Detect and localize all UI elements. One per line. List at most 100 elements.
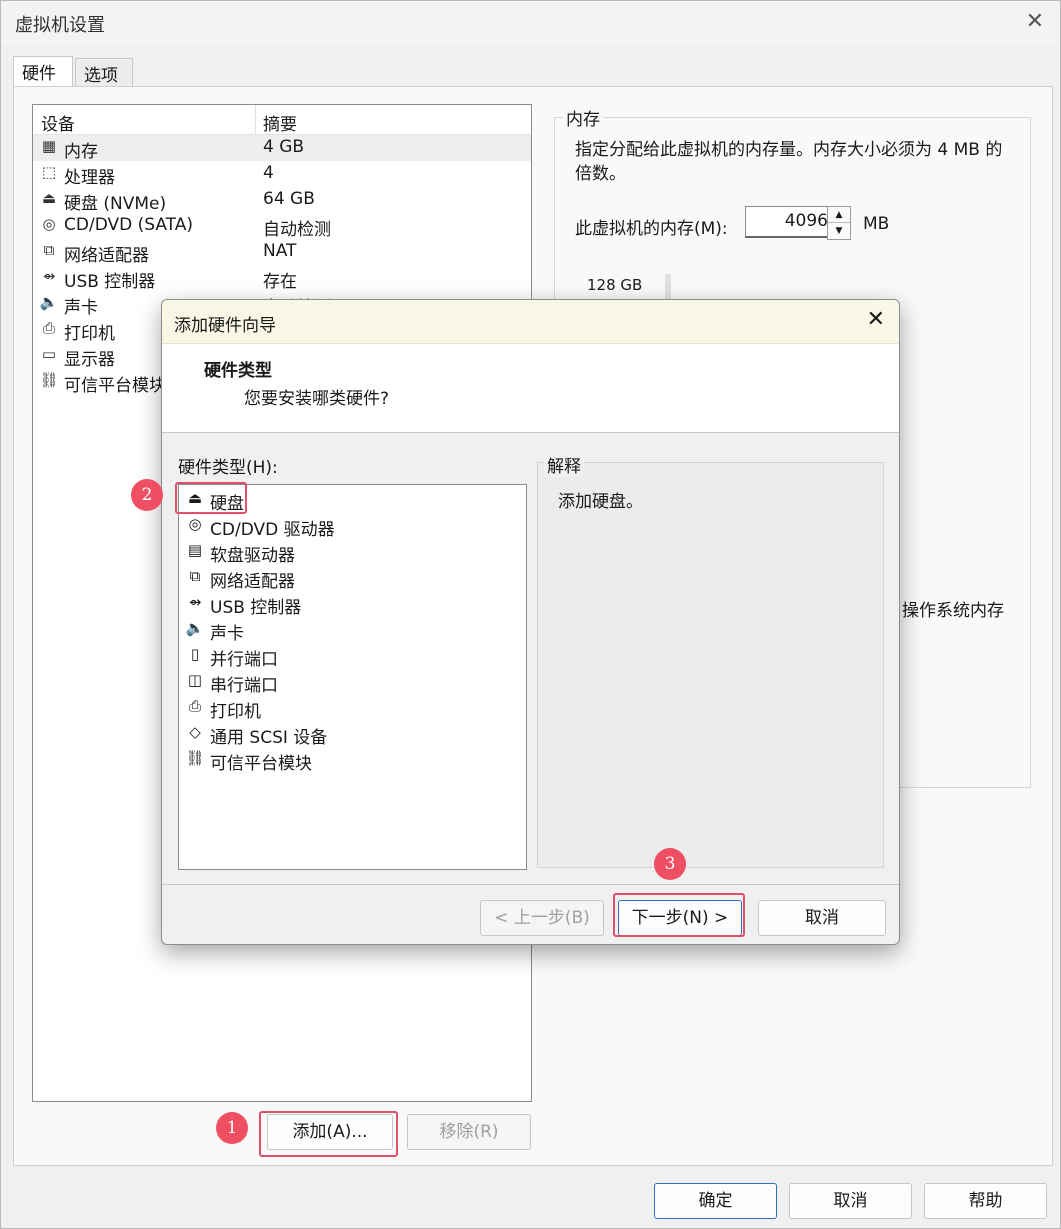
memory-icon: ▦ [41, 137, 57, 155]
close-icon[interactable]: ✕ [867, 307, 885, 332]
hw-item-serial-port[interactable]: ◫ 串行端口 [179, 669, 519, 696]
hw-item-scsi[interactable]: ◇ 通用 SCSI 设备 [179, 721, 519, 748]
ok-button[interactable]: 确定 [654, 1183, 777, 1219]
network-adapter-icon: ⧉ [43, 241, 55, 259]
hard-disk-icon: ⏏ [41, 189, 57, 207]
hw-item-cd-dvd[interactable]: ◎ CD/DVD 驱动器 [179, 513, 519, 540]
memory-spinner[interactable]: ▲ ▼ [827, 206, 851, 240]
wizard-title: 添加硬件向导 [174, 316, 276, 336]
memory-os-note: 操作系统内存 [902, 601, 1004, 621]
wizard-cancel-button[interactable]: 取消 [758, 900, 886, 936]
explanation-group: 解释 添加硬盘。 [537, 452, 884, 868]
device-summary: 4 [263, 163, 274, 183]
network-adapter-icon: ⧉ [189, 567, 201, 585]
floppy-icon: ▤ [187, 541, 203, 559]
trusted-platform-module-icon: ⛓ [39, 371, 59, 389]
column-divider[interactable] [255, 105, 256, 135]
step-badge-2: 2 [131, 479, 163, 511]
processor-icon: ⬚ [41, 163, 57, 181]
hardware-type-list[interactable]: ⏏ 硬盘 ◎ CD/DVD 驱动器 ▤ 软盘驱动器 ⧉ 网络适配器 ⇴ USB … [178, 484, 527, 870]
explanation-text: 添加硬盘。 [558, 492, 643, 512]
hw-item-label: 通用 SCSI 设备 [210, 728, 328, 748]
hw-item-label: 打印机 [210, 702, 261, 722]
serial-port-icon: ◫ [187, 671, 203, 689]
device-summary: NAT [263, 241, 297, 261]
hw-item-usb[interactable]: ⇴ USB 控制器 [179, 591, 519, 618]
tab-hardware[interactable]: 硬件 [13, 56, 73, 86]
help-button[interactable]: 帮助 [924, 1183, 1047, 1219]
close-icon[interactable]: ✕ [1026, 9, 1044, 34]
device-name: 可信平台模块 [64, 376, 166, 396]
device-row-network-adapter[interactable]: ⧉ 网络适配器 NAT [33, 239, 531, 266]
device-name: 打印机 [64, 324, 115, 344]
device-name: 硬盘 (NVMe) [64, 194, 167, 214]
device-summary: 4 GB [263, 137, 305, 157]
memory-input[interactable]: 4096 [745, 206, 835, 238]
hw-item-label: 串行端口 [210, 676, 278, 696]
hw-item-label: USB 控制器 [210, 598, 302, 618]
device-name: CD/DVD (SATA) [64, 215, 193, 235]
hw-item-parallel-port[interactable]: ▯ 并行端口 [179, 643, 519, 670]
device-name: 处理器 [64, 168, 115, 188]
wizard-footer-divider [162, 884, 899, 885]
hw-item-label: 并行端口 [210, 650, 278, 670]
printer-icon: ⎙ [42, 319, 55, 337]
device-row-hard-disk[interactable]: ⏏ 硬盘 (NVMe) 64 GB [33, 187, 531, 214]
wizard-subheading: 您要安装哪类硬件? [244, 389, 390, 409]
device-row-usb[interactable]: ⇴ USB 控制器 存在 [33, 265, 531, 292]
parallel-port-icon: ▯ [190, 645, 200, 663]
tab-options[interactable]: 选项 [75, 58, 133, 86]
wizard-title-bar: 添加硬件向导 ✕ [162, 300, 899, 344]
scsi-device-icon: ◇ [189, 723, 201, 741]
memory-description: 指定分配给此虚拟机的内存量。内存大小必须为 4 MB 的倍数。 [575, 140, 1003, 184]
step-badge-3: 3 [654, 848, 686, 880]
hw-item-label: 可信平台模块 [210, 754, 312, 774]
memory-field-label: 此虚拟机的内存(M): [575, 219, 728, 239]
device-summary: 自动检测 [263, 220, 331, 240]
title-bar: 虚拟机设置 ✕ [1, 1, 1060, 45]
column-header-summary[interactable]: 摘要 [263, 110, 297, 135]
highlight-add-button [259, 1111, 398, 1157]
add-hardware-wizard: 添加硬件向导 ✕ 硬件类型 您要安装哪类硬件? 硬件类型(H): ⏏ 硬盘 ◎ … [161, 299, 900, 945]
hw-item-tpm[interactable]: ⛓ 可信平台模块 [179, 747, 519, 774]
cancel-button[interactable]: 取消 [789, 1183, 912, 1219]
device-list-header: 设备 摘要 [33, 105, 531, 135]
hw-item-label: CD/DVD 驱动器 [210, 520, 335, 540]
hw-item-label: 声卡 [210, 624, 244, 644]
hw-item-label: 网络适配器 [210, 572, 295, 592]
hw-item-sound-card[interactable]: 🔈 声卡 [179, 617, 519, 644]
explanation-title: 解释 [544, 452, 584, 477]
wizard-header: 硬件类型 您要安装哪类硬件? [162, 344, 899, 433]
display-icon: ▭ [41, 345, 57, 363]
back-button[interactable]: < 上一步(B) [480, 900, 604, 936]
spin-down-icon[interactable]: ▼ [828, 223, 850, 239]
memory-unit: MB [863, 214, 890, 234]
hardware-type-label: 硬件类型(H): [178, 458, 278, 478]
trusted-platform-module-icon: ⛓ [185, 749, 205, 767]
device-summary: 64 GB [263, 189, 315, 209]
usb-icon: ⇴ [42, 267, 56, 285]
device-name: 内存 [64, 142, 98, 162]
cd-dvd-icon: ◎ [42, 215, 56, 233]
device-summary: 存在 [263, 272, 297, 292]
step-badge-1: 1 [216, 1112, 248, 1144]
memory-group-title: 内存 [563, 105, 603, 130]
window-title: 虚拟机设置 [15, 15, 105, 36]
highlight-hard-disk-item [175, 482, 247, 514]
device-name: 声卡 [64, 298, 98, 318]
hw-item-printer[interactable]: ⎙ 打印机 [179, 695, 519, 722]
remove-hardware-button[interactable]: 移除(R) [407, 1114, 531, 1150]
sound-card-icon: 🔈 [185, 619, 205, 637]
hw-item-network-adapter[interactable]: ⧉ 网络适配器 [179, 565, 519, 592]
hw-item-floppy[interactable]: ▤ 软盘驱动器 [179, 539, 519, 566]
column-header-device[interactable]: 设备 [41, 110, 75, 135]
device-row-memory[interactable]: ▦ 内存 4 GB [33, 135, 531, 162]
spin-up-icon[interactable]: ▲ [828, 207, 850, 223]
device-name: 网络适配器 [64, 246, 149, 266]
sound-card-icon: 🔈 [39, 293, 59, 311]
cd-dvd-icon: ◎ [188, 515, 202, 533]
device-row-processor[interactable]: ⬚ 处理器 4 [33, 161, 531, 188]
hw-item-label: 软盘驱动器 [210, 546, 295, 566]
device-row-cd-dvd[interactable]: ◎ CD/DVD (SATA) 自动检测 [33, 213, 531, 240]
device-name: USB 控制器 [64, 272, 156, 292]
